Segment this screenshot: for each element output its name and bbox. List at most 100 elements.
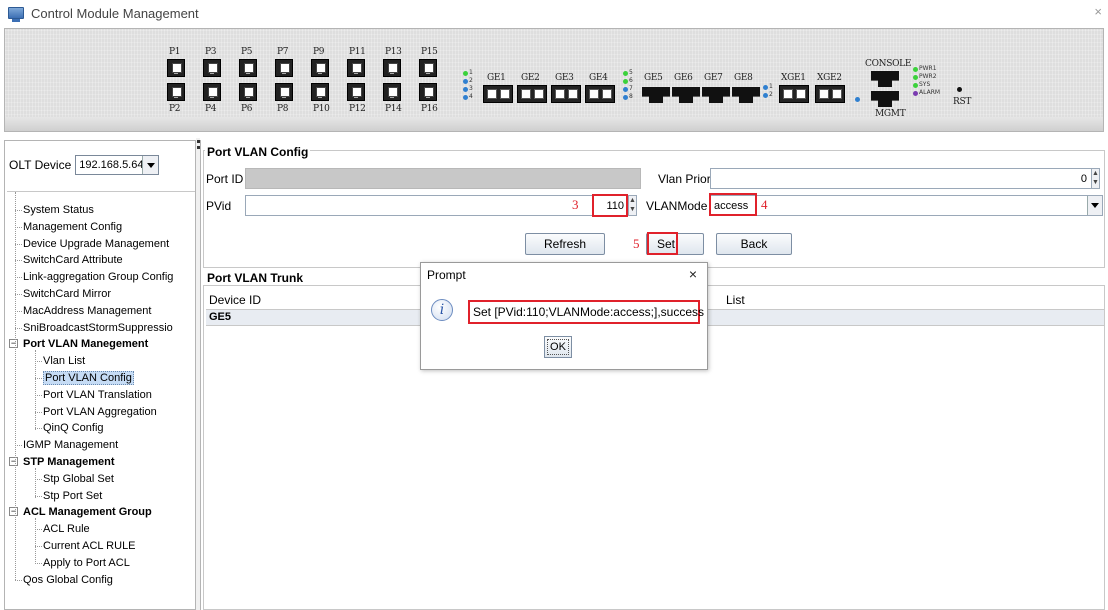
xge-port-label: XGE1 [781, 73, 806, 83]
tree-item-label: SniBroadcastStormSuppressio [23, 322, 173, 334]
dialog-close-button[interactable]: × [689, 266, 697, 282]
tree-item[interactable]: Qos Global Config [23, 572, 113, 588]
led-number: 6 [629, 77, 633, 84]
vlan-priority-field[interactable]: 0 [710, 168, 1092, 189]
refresh-button[interactable]: Refresh [525, 233, 605, 255]
vlanmode-select[interactable]: access [709, 195, 1103, 216]
collapse-icon[interactable]: − [9, 339, 18, 348]
left-navigation-pane: OLT Device 192.168.5.64 ... System Statu… [4, 140, 196, 610]
tree-group-node[interactable]: ACL Management Group [23, 504, 152, 520]
ge-port-label: GE1 [487, 73, 506, 83]
port-led-icon [623, 71, 628, 76]
port-label-bottom: P12 [349, 104, 366, 114]
tree-connector [35, 350, 36, 430]
tree-group-node[interactable]: Port VLAN Manegement [23, 336, 148, 352]
ok-button[interactable]: OK [544, 336, 572, 358]
window-close-button[interactable]: × [1094, 4, 1102, 19]
tree-item-label: STP Management [23, 456, 115, 468]
tree-item-label: Current ACL RULE [43, 540, 136, 552]
xge-port-label: XGE2 [817, 73, 842, 83]
chevron-down-icon[interactable] [142, 156, 159, 174]
port-label-bottom: P4 [205, 104, 217, 114]
tree-connector [35, 518, 36, 564]
tree-item[interactable]: Device Upgrade Management [23, 236, 169, 252]
tree-item[interactable]: System Status [23, 202, 94, 218]
ge-sfp-port-icon [551, 85, 581, 103]
port-label-bottom: P10 [313, 104, 330, 114]
vlan-priority-spinner[interactable]: ▲ ▼ [1091, 168, 1100, 189]
tree-connector [35, 496, 42, 497]
window-title: Control Module Management [31, 5, 199, 21]
port-id-label: Port ID [206, 172, 244, 186]
tree-item[interactable]: IGMP Management [23, 437, 118, 453]
led-number: 4 [469, 93, 473, 100]
led-number: 1 [469, 69, 473, 76]
main-content: Port VLAN Config Port ID Vlan Priority 0… [200, 140, 1108, 610]
tree-item[interactable]: QinQ Config [43, 420, 104, 436]
ge-port-label: GE4 [589, 73, 608, 83]
port-label-bottom: P14 [385, 104, 402, 114]
tree-item-label: System Status [23, 204, 94, 216]
ok-button-label: OK [547, 339, 569, 355]
pvid-spinner[interactable]: ▲ ▼ [628, 195, 637, 216]
port-led-icon [463, 79, 468, 84]
sfp-port-icon [203, 83, 221, 101]
tree-connector [35, 378, 42, 379]
reset-label: RST [953, 97, 972, 107]
port-led-icon [623, 79, 628, 84]
tree-item[interactable]: Port VLAN Aggregation [43, 404, 157, 420]
port-vlan-trunk-title: Port VLAN Trunk [205, 271, 306, 285]
tree-item-label: Management Config [23, 221, 123, 233]
collapse-icon[interactable]: − [9, 507, 18, 516]
tree-connector [15, 294, 22, 295]
tree-connector [15, 328, 22, 329]
set-highlight [647, 232, 678, 255]
collapse-icon[interactable]: − [9, 457, 18, 466]
tree-item-label: Device Upgrade Management [23, 238, 170, 250]
ge-port-label: GE8 [734, 73, 753, 83]
tree-item[interactable]: Stp Port Set [43, 488, 102, 504]
tree-item[interactable]: Link-aggregation Group Config [23, 269, 173, 285]
tree-connector [15, 192, 16, 580]
tree-item-label: Stp Global Set [43, 473, 114, 485]
tree-item[interactable]: ACL Rule [43, 521, 90, 537]
rj45-port-icon [642, 87, 670, 103]
console-port-icon [871, 71, 899, 87]
port-led-icon [763, 93, 768, 98]
row-device-id: GE5 [209, 311, 232, 323]
sfp-port-icon [347, 59, 365, 77]
tree-item[interactable]: Stp Global Set [43, 471, 114, 487]
tree-item[interactable]: SniBroadcastStormSuppressio [23, 320, 173, 336]
olt-device-label: OLT Device [9, 158, 72, 172]
sfp-port-icon [419, 83, 437, 101]
status-led-icon [913, 83, 918, 88]
tree-connector [15, 277, 22, 278]
tree-item[interactable]: Port VLAN Translation [43, 387, 152, 403]
tree-item[interactable]: Port VLAN Config [43, 370, 134, 386]
tree-group-node[interactable]: STP Management [23, 454, 115, 470]
tree-item[interactable]: MacAddress Management [23, 303, 151, 319]
rj45-port-icon [672, 87, 700, 103]
tree-item-label: SwitchCard Mirror [23, 288, 112, 300]
chevron-down-icon[interactable] [1087, 196, 1102, 215]
tree-item[interactable]: SwitchCard Mirror [23, 286, 111, 302]
status-led-icon [913, 67, 918, 72]
sfp-port-icon [311, 83, 329, 101]
tree-item[interactable]: Management Config [23, 219, 122, 235]
tree-item[interactable]: SwitchCard Attribute [23, 252, 123, 268]
port-label-top: P5 [241, 47, 253, 57]
tree-connector [15, 210, 22, 211]
port-led-icon [463, 71, 468, 76]
xge-sfp-port-icon [815, 85, 845, 103]
back-button[interactable]: Back [716, 233, 792, 255]
tree-item[interactable]: Apply to Port ACL [43, 555, 130, 571]
status-led-icon [913, 91, 918, 96]
port-led-icon [623, 95, 628, 100]
tree-connector [35, 395, 42, 396]
olt-device-select[interactable]: 192.168.5.64 ... [75, 155, 160, 175]
xge-sfp-port-icon [779, 85, 809, 103]
tree-item[interactable]: Current ACL RULE [43, 538, 136, 554]
ge-port-label: GE6 [674, 73, 693, 83]
tree-item-label: ACL Management Group [23, 506, 152, 518]
tree-item[interactable]: Vlan List [43, 353, 85, 369]
